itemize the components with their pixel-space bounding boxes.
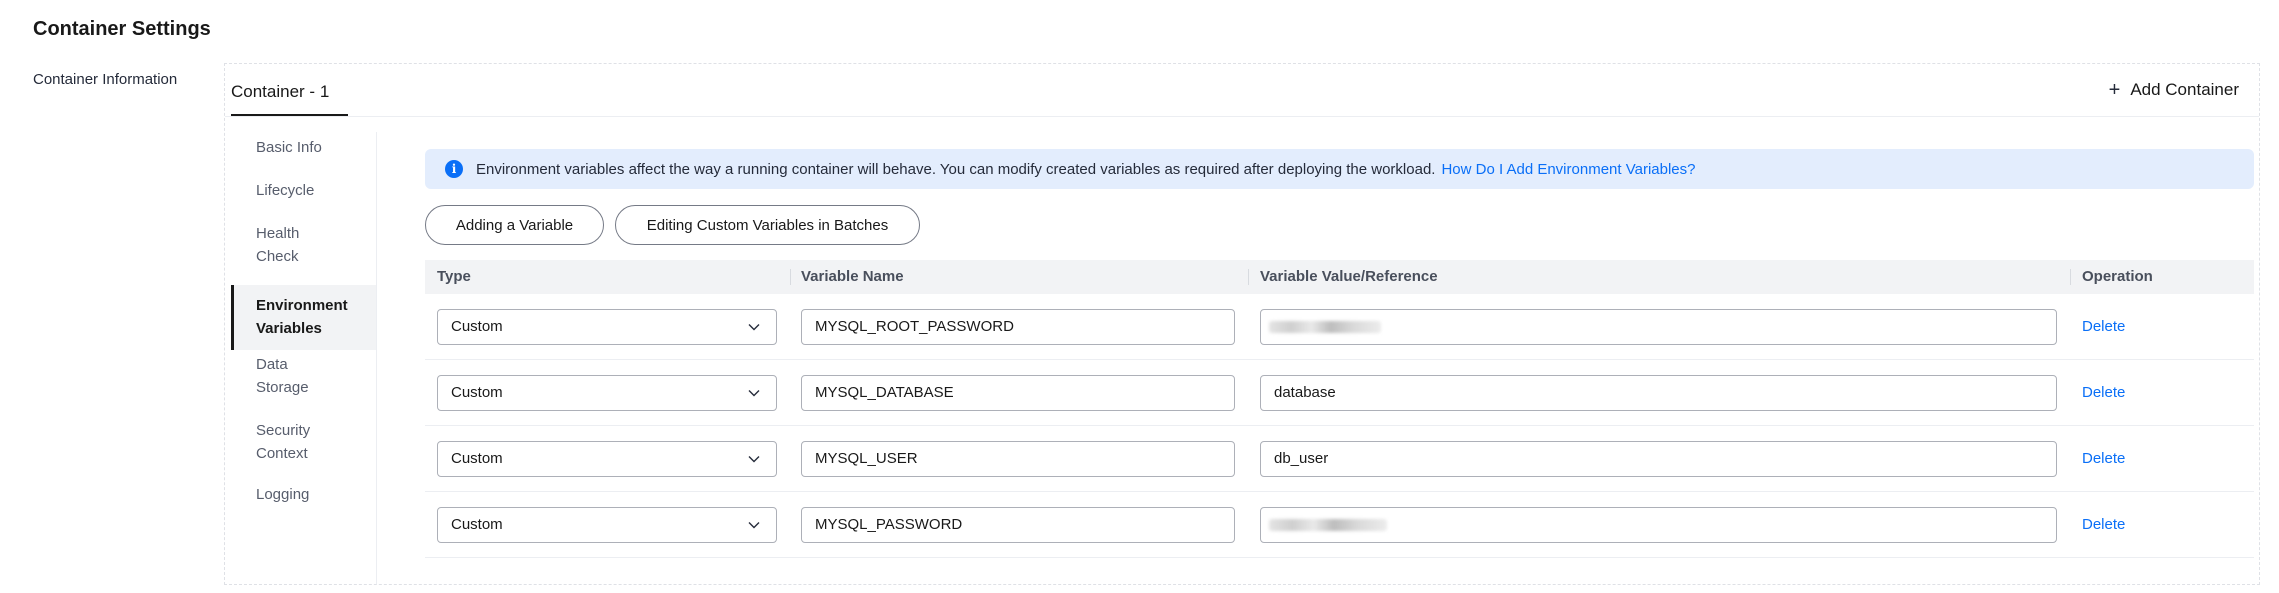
- variable-name-input[interactable]: MYSQL_USER: [801, 441, 1235, 477]
- container-panel: Container - 1 + Add Container Basic Info…: [224, 63, 2260, 585]
- table-row: Custom MYSQL_ROOT_PASSWORD Delete: [425, 294, 2254, 360]
- masked-value: [1269, 519, 1387, 531]
- edit-batch-button[interactable]: Editing Custom Variables in Batches: [615, 205, 920, 245]
- type-select[interactable]: Custom: [437, 507, 777, 543]
- type-select-value: Custom: [451, 384, 503, 401]
- variable-value-input[interactable]: [1260, 309, 2057, 345]
- chevron-down-icon: [748, 324, 760, 331]
- delete-link[interactable]: Delete: [2082, 516, 2125, 533]
- variable-name-input[interactable]: MYSQL_PASSWORD: [801, 507, 1235, 543]
- sidebar-item-health-check[interactable]: Health Check: [231, 222, 376, 268]
- tab-container-1[interactable]: Container - 1: [231, 82, 348, 116]
- type-select-value: Custom: [451, 450, 503, 467]
- plus-icon: +: [2108, 79, 2121, 101]
- type-select-value: Custom: [451, 516, 503, 533]
- header-variable-value: Variable Value/Reference: [1260, 268, 1438, 285]
- type-select[interactable]: Custom: [437, 441, 777, 477]
- header-separator: [2070, 269, 2071, 285]
- variable-name-input[interactable]: MYSQL_DATABASE: [801, 375, 1235, 411]
- header-type: Type: [437, 268, 471, 285]
- banner-text: Environment variables affect the way a r…: [476, 160, 1436, 178]
- sidebar-item-environment-variables[interactable]: Environment Variables: [231, 285, 376, 350]
- chevron-down-icon: [748, 522, 760, 529]
- container-tabs: Container - 1 + Add Container: [225, 64, 2259, 117]
- header-separator: [1248, 269, 1249, 285]
- variable-value-input[interactable]: db_user: [1260, 441, 2057, 477]
- header-separator: [790, 269, 791, 285]
- delete-link[interactable]: Delete: [2082, 318, 2125, 335]
- type-select[interactable]: Custom: [437, 375, 777, 411]
- page-title: Container Settings: [33, 18, 211, 40]
- variable-name-input[interactable]: MYSQL_ROOT_PASSWORD: [801, 309, 1235, 345]
- sidebar-item-security-context[interactable]: Security Context: [231, 419, 376, 465]
- type-select-value: Custom: [451, 318, 503, 335]
- delete-link[interactable]: Delete: [2082, 384, 2125, 401]
- info-banner: i Environment variables affect the way a…: [425, 149, 2254, 189]
- add-variable-button[interactable]: Adding a Variable: [425, 205, 604, 245]
- variable-value-input[interactable]: database: [1260, 375, 2057, 411]
- add-container-button[interactable]: + Add Container: [2109, 80, 2239, 100]
- delete-link[interactable]: Delete: [2082, 450, 2125, 467]
- chevron-down-icon: [748, 456, 760, 463]
- table-row: Custom MYSQL_DATABASE database Delete: [425, 360, 2254, 426]
- section-label: Container Information: [33, 71, 178, 88]
- info-icon: i: [445, 160, 463, 178]
- variable-value-input[interactable]: [1260, 507, 2057, 543]
- sidebar-item-data-storage[interactable]: Data Storage: [231, 353, 376, 399]
- table-header: Type Variable Name Variable Value/Refere…: [425, 260, 2254, 294]
- add-container-label: Add Container: [2130, 80, 2239, 99]
- sidebar-item-basic-info[interactable]: Basic Info: [231, 136, 376, 159]
- sidebar-item-lifecycle[interactable]: Lifecycle: [231, 179, 376, 202]
- table-row: Custom MYSQL_USER db_user Delete: [425, 426, 2254, 492]
- side-nav: Basic Info Lifecycle Health Check Enviro…: [231, 132, 377, 584]
- sidebar-item-logging[interactable]: Logging: [231, 483, 376, 506]
- chevron-down-icon: [748, 390, 760, 397]
- help-link[interactable]: How Do I Add Environment Variables?: [1441, 161, 1695, 178]
- table-row: Custom MYSQL_PASSWORD Delete: [425, 492, 2254, 558]
- header-operation: Operation: [2082, 268, 2153, 285]
- type-select[interactable]: Custom: [437, 309, 777, 345]
- header-variable-name: Variable Name: [801, 268, 904, 285]
- masked-value: [1269, 321, 1381, 333]
